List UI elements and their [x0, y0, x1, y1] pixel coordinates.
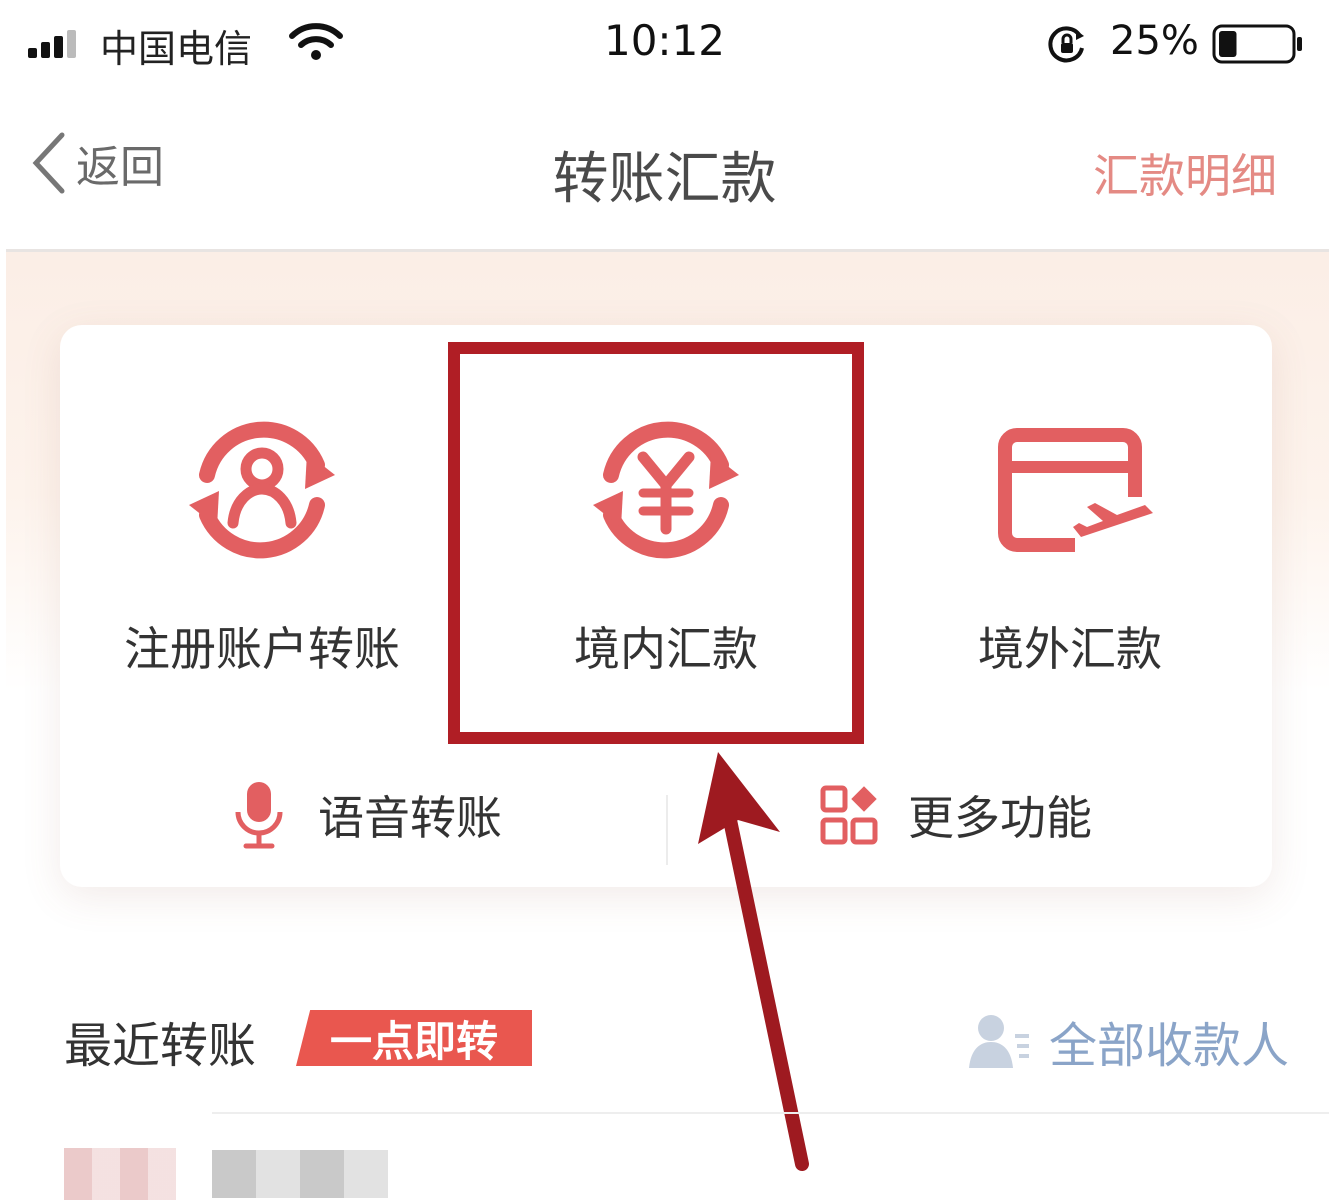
nav-bar: 返回 转账汇款 汇款明细: [0, 90, 1329, 250]
grid-icon: [820, 785, 878, 845]
recent-payee-name-blurred[interactable]: [212, 1150, 388, 1198]
more-functions-label: 更多功能: [908, 791, 1092, 845]
tile-overseas-remittance[interactable]: 境外汇款: [868, 325, 1272, 725]
all-payees-button[interactable]: 全部收款人: [967, 1006, 1289, 1076]
one-tap-transfer-badge: 一点即转: [296, 1010, 532, 1066]
card-plane-icon: [998, 428, 1153, 552]
remittance-detail-link[interactable]: 汇款明细: [1093, 140, 1277, 206]
tile-domestic-remittance[interactable]: 境内汇款: [464, 325, 868, 725]
app-screen: 中国电信 10:12 25% 返回 转账汇款 汇款明细 注册账户转账 境内汇款 …: [0, 0, 1329, 1200]
voice-transfer-label: 语音转账: [318, 791, 502, 845]
status-bar: 中国电信 10:12 25%: [0, 0, 1329, 90]
more-functions-button[interactable]: 更多功能: [820, 765, 1092, 865]
user-transfer-icon: [189, 421, 335, 559]
secondary-actions-divider: [666, 795, 668, 865]
avatar[interactable]: [64, 1148, 176, 1200]
recent-transfers-title: 最近转账: [64, 1018, 257, 1074]
tile-label: 境内汇款: [574, 622, 758, 676]
yuan-transfer-icon: [593, 421, 739, 559]
contacts-icon: [968, 1015, 1029, 1068]
list-divider: [212, 1112, 1329, 1114]
battery-icon: [1212, 24, 1302, 64]
voice-transfer-button[interactable]: 语音转账: [230, 765, 502, 865]
tile-registered-account-transfer[interactable]: 注册账户转账: [60, 325, 464, 725]
battery-percent: 25%: [1110, 18, 1199, 64]
transfer-options-card: 注册账户转账 境内汇款 境外汇款 语音转账 更多功能: [60, 325, 1272, 887]
rotation-lock-icon: [1048, 26, 1084, 63]
tile-label: 境外汇款: [978, 622, 1162, 676]
all-payees-label: 全部收款人: [1048, 1018, 1289, 1074]
microphone-icon: [235, 782, 283, 849]
tile-label: 注册账户转账: [124, 622, 400, 676]
